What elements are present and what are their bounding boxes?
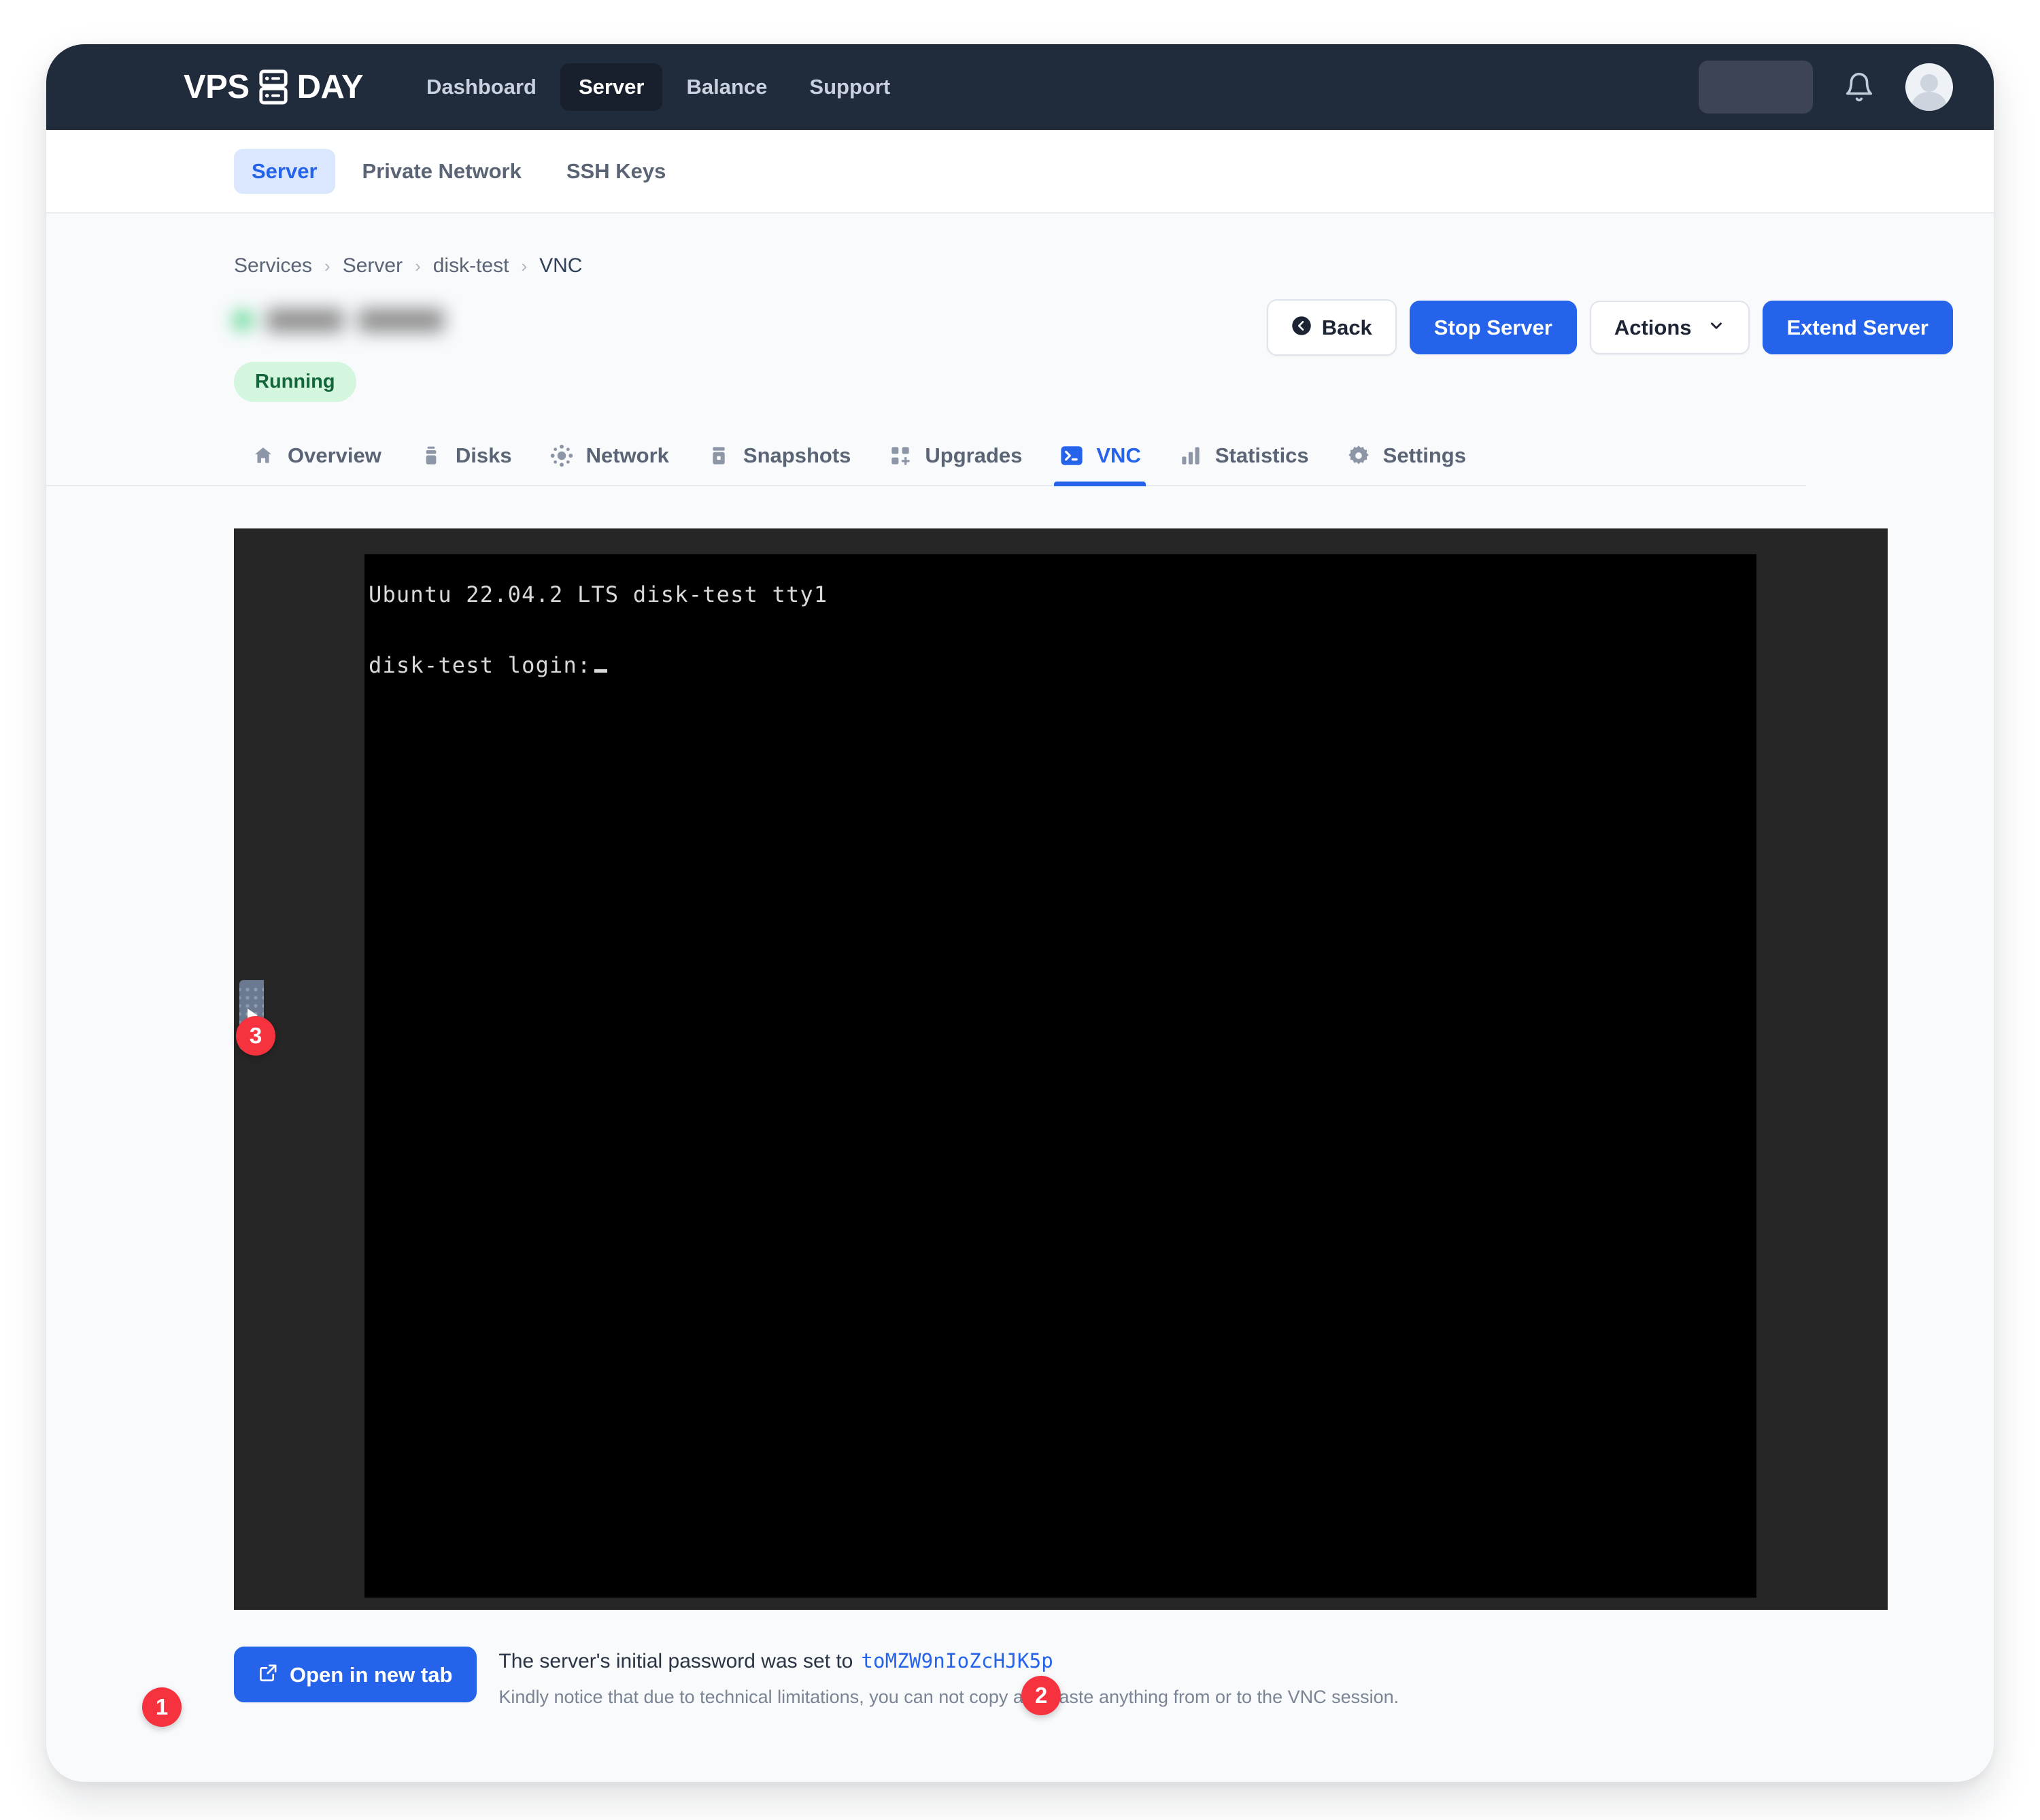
vnc-footer-text: The server's initial password was set to… xyxy=(498,1647,1399,1708)
open-in-new-tab-button[interactable]: Open in new tab xyxy=(234,1647,477,1702)
main-nav: Dashboard Server Balance Support xyxy=(408,63,908,111)
status-badge: Running xyxy=(234,362,356,402)
chevron-down-icon xyxy=(1707,317,1725,338)
home-icon xyxy=(250,443,276,469)
brand-text-right: DAY xyxy=(296,69,364,105)
annotation-badge-2: 2 xyxy=(1021,1676,1061,1715)
nav-item-server[interactable]: Server xyxy=(560,63,663,111)
page-header-row: Running Back Stop Server Actions Extend … xyxy=(46,277,1994,402)
tab-vnc-label: VNC xyxy=(1096,443,1141,467)
bell-icon[interactable] xyxy=(1841,69,1877,105)
brand-logo[interactable]: VPS DAY xyxy=(184,68,364,106)
tab-vnc[interactable]: VNC xyxy=(1040,443,1159,486)
nav-item-support[interactable]: Support xyxy=(791,63,908,111)
actions-dropdown-button[interactable]: Actions xyxy=(1589,301,1750,354)
initial-password-line: The server's initial password was set to… xyxy=(498,1649,1399,1673)
vnc-footer: Open in new tab The server's initial pas… xyxy=(46,1610,1994,1708)
server-name-redacted xyxy=(267,309,343,332)
nav-item-balance[interactable]: Balance xyxy=(668,63,785,111)
clipboard-notice: Kindly notice that due to technical limi… xyxy=(498,1687,1399,1707)
server-tabs: Overview Disks Network Snapshots Upgrade… xyxy=(46,402,1806,486)
vnc-canvas[interactable]: Ubuntu 22.04.2 LTS disk-test tty1 disk-t… xyxy=(364,554,1756,1598)
tab-statistics[interactable]: Statistics xyxy=(1159,443,1327,486)
tab-network-label: Network xyxy=(585,443,669,467)
page-actions: Back Stop Server Actions Extend Server xyxy=(1266,292,1953,356)
server-name-redacted-2 xyxy=(358,309,444,332)
tab-statistics-label: Statistics xyxy=(1214,443,1309,467)
tab-upgrades[interactable]: Upgrades xyxy=(869,443,1040,486)
page-content: Services › Server › disk-test › VNC Runn… xyxy=(46,214,1994,1782)
breadcrumb-item-server[interactable]: Server xyxy=(343,254,403,277)
bar-chart-icon xyxy=(1178,443,1204,469)
tab-overview-label: Overview xyxy=(288,443,381,467)
breadcrumb-item-disk-test[interactable]: disk-test xyxy=(433,254,509,277)
stop-server-button-label: Stop Server xyxy=(1433,316,1552,339)
navbar-right-group xyxy=(1699,61,1953,114)
sub-navigation: Server Private Network SSH Keys xyxy=(46,130,1994,214)
vnc-line-2: disk-test login: xyxy=(364,648,1756,684)
page-header-left: Running xyxy=(234,292,1267,402)
breadcrumb-item-vnc: VNC xyxy=(539,254,583,277)
annotation-badge-1: 1 xyxy=(142,1687,182,1727)
actions-dropdown-label: Actions xyxy=(1614,316,1692,339)
brand-text-left: VPS xyxy=(184,69,250,105)
tab-disks-label: Disks xyxy=(455,443,512,467)
vnc-line-blank xyxy=(364,613,1756,648)
tab-snapshots-label: Snapshots xyxy=(743,443,851,467)
tab-network[interactable]: Network xyxy=(530,443,687,486)
initial-password-value[interactable]: toMZW9nIoZcHJK5p xyxy=(861,1649,1053,1672)
breadcrumb-item-services[interactable]: Services xyxy=(234,254,312,277)
tab-snapshots[interactable]: Snapshots xyxy=(687,443,869,486)
chevron-right-icon: › xyxy=(324,255,330,276)
vnc-cursor xyxy=(594,669,608,673)
tab-settings[interactable]: Settings xyxy=(1327,443,1484,486)
subnav-item-server[interactable]: Server xyxy=(234,148,335,194)
stop-server-button[interactable]: Stop Server xyxy=(1409,301,1577,354)
breadcrumb: Services › Server › disk-test › VNC xyxy=(46,214,1994,277)
arrow-left-circle-icon xyxy=(1291,316,1312,339)
external-link-icon xyxy=(258,1663,278,1686)
terminal-icon xyxy=(1059,443,1085,469)
tab-upgrades-label: Upgrades xyxy=(925,443,1023,467)
network-icon xyxy=(549,443,575,469)
nav-item-dashboard[interactable]: Dashboard xyxy=(408,63,555,111)
gear-icon xyxy=(1346,443,1372,469)
vnc-viewer[interactable]: Ubuntu 22.04.2 LTS disk-test tty1 disk-t… xyxy=(234,528,1888,1610)
top-navbar: VPS DAY Dashboard Server Balance Support xyxy=(46,44,1994,130)
back-button-label: Back xyxy=(1321,316,1372,339)
snapshot-icon xyxy=(706,443,732,469)
avatar[interactable] xyxy=(1905,63,1953,111)
back-button[interactable]: Back xyxy=(1266,299,1397,356)
subnav-item-private-network[interactable]: Private Network xyxy=(345,149,539,194)
open-in-new-tab-label: Open in new tab xyxy=(290,1662,453,1687)
tab-overview[interactable]: Overview xyxy=(234,443,400,486)
upgrades-icon xyxy=(887,443,913,469)
server-status-dot xyxy=(234,311,252,329)
extend-server-button[interactable]: Extend Server xyxy=(1762,301,1953,354)
chevron-right-icon: › xyxy=(521,255,528,276)
server-rack-icon xyxy=(258,69,289,105)
page-title xyxy=(234,299,469,341)
navbar-redacted-field[interactable] xyxy=(1699,61,1813,114)
annotation-badge-3: 3 xyxy=(236,1016,275,1056)
chevron-right-icon: › xyxy=(415,255,421,276)
app-window: VPS DAY Dashboard Server Balance Support xyxy=(46,44,1994,1782)
tab-settings-label: Settings xyxy=(1382,443,1466,467)
vnc-line-1: Ubuntu 22.04.2 LTS disk-test tty1 xyxy=(369,582,828,607)
disk-icon xyxy=(418,443,444,469)
vnc-login-prompt: disk-test login: xyxy=(369,652,592,678)
extend-server-button-label: Extend Server xyxy=(1786,316,1929,339)
initial-password-label: The server's initial password was set to xyxy=(498,1650,853,1672)
tab-disks[interactable]: Disks xyxy=(400,443,530,486)
subnav-item-ssh-keys[interactable]: SSH Keys xyxy=(549,149,683,194)
